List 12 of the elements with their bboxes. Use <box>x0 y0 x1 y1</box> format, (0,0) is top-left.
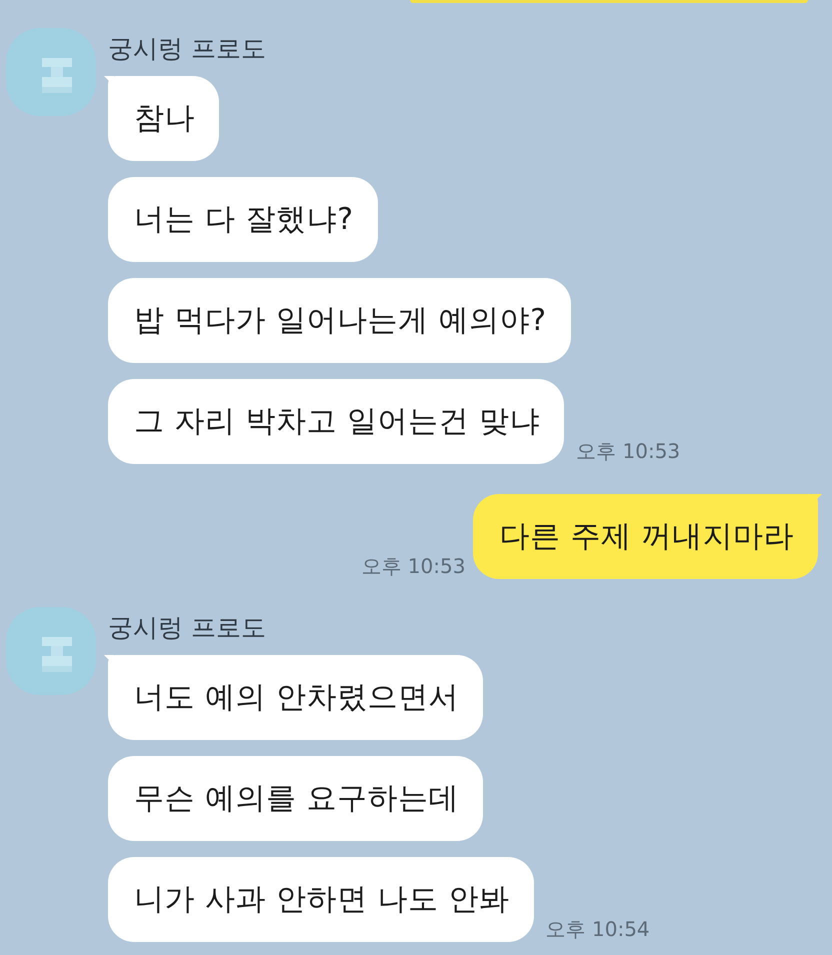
sender-name: 궁시렁 프로도 <box>108 33 266 64</box>
message-time: 오후 10:53 <box>576 438 680 464</box>
avatar-icon[interactable] <box>6 607 96 695</box>
message-bubble: 밥 먹다가 일어나는게 예의야? <box>108 278 571 363</box>
message-bubble: 무슨 예의를 요구하는데 <box>108 756 484 841</box>
message-bubble: 그 자리 박차고 일어는건 맞냐 <box>108 379 564 464</box>
message-bubble: 너는 다 잘했냐? <box>108 177 378 262</box>
message-time: 오후 10:54 <box>546 916 650 942</box>
message-time: 오후 10:53 <box>361 553 466 579</box>
avatar-icon[interactable] <box>6 28 96 116</box>
sender-name: 궁시렁 프로도 <box>108 612 266 643</box>
message-bubble: 니가 사과 안하면 나도 안봐 <box>108 857 534 942</box>
